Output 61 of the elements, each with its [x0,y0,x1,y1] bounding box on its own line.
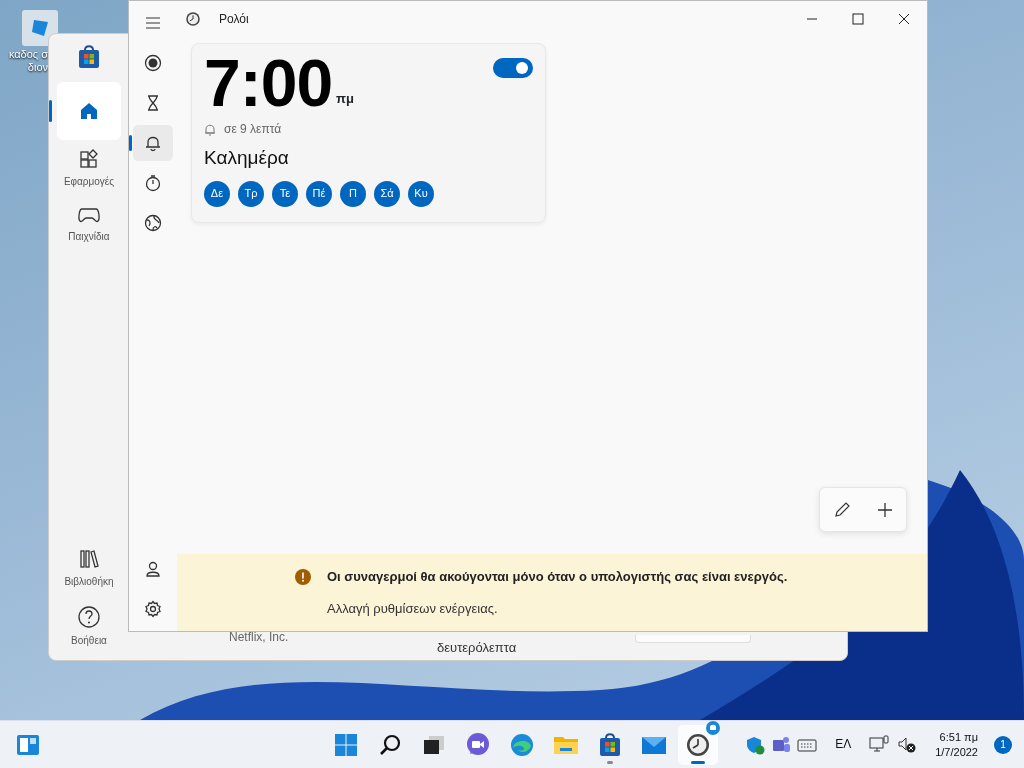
alarm-time: 7:00 [204,46,333,120]
clock-icon [185,11,201,27]
system-clock[interactable]: 6:51 πμ 1/7/2022 [931,729,982,760]
stopwatch-icon [144,174,162,192]
books-icon [78,548,100,570]
alarm-name: Καλημέρα [204,146,290,170]
widgets-icon [16,733,40,756]
network-icon[interactable] [869,734,892,755]
countdown-text: σε 9 λεπτά [224,121,282,138]
sidebar-item[interactable]: Βιβλιοθήκη [57,540,121,597]
duration-text: δευτερόλεπτα [437,639,517,657]
sidebar-item[interactable]: Βοήθεια [57,597,121,656]
settings-link[interactable]: Αλλαγή ρυθμίσεων ενέργειας. [327,598,498,618]
day-toggle[interactable]: Κυ [408,180,434,207]
recycle-bin-icon [22,8,58,48]
day-toggle[interactable]: Π [340,180,366,207]
gamepad-icon [77,205,101,225]
publisher-text: Netflix, Inc. [229,629,289,646]
sidebar-item[interactable]: Εφαρμογές [57,140,121,197]
focus-icon [144,54,162,72]
pencil-icon [833,500,851,519]
desktop-icon-label: διον [27,61,48,74]
day-toggle[interactable]: Τρ [238,180,264,207]
warning-message: Οι συναγερμοί θα ακούγονται μόνο όταν ο υπολογιστής σας είναι ενεργός. [327,568,788,586]
search-icon [378,732,402,757]
help-icon [77,605,101,629]
alarm-period: πμ [336,89,355,108]
warning-icon [295,568,311,585]
settings-icon [144,600,162,618]
video-chat-icon [465,731,491,758]
language-indicator[interactable]: ΕΛ [831,737,856,752]
taskbar-app[interactable] [678,724,718,765]
day-toggle[interactable]: Τε [272,180,298,207]
clock-date: 1/7/2022 [935,744,978,760]
windows-logo-icon [334,732,358,757]
alarm-card[interactable]: 7:00 πμ σε 9 λεπτά Καλημέρα Δε Τρ Τε Πέ Π Σά Κυ [191,43,546,223]
notification-bell-icon [706,720,720,735]
desktop-icon-label: καδος σ [8,48,48,61]
window-title: Ρολόι [219,11,249,28]
toggle-switch[interactable] [493,58,533,78]
teams-icon[interactable] [771,734,792,755]
shopping-bag-icon [77,44,101,70]
home-icon [78,100,100,122]
bell-icon [204,122,216,136]
day-toggle[interactable]: Πέ [306,180,332,207]
clock-time: 6:51 πμ [939,729,978,745]
browser-icon [509,731,535,758]
menu-icon [145,16,161,30]
clock-icon [685,731,711,758]
globe-icon [144,214,162,232]
shopping-bag-icon [598,731,622,758]
person-icon [144,560,162,578]
notification-badge[interactable]: 1 [994,735,1012,754]
sidebar-item[interactable]: Παιχνίδια [57,197,121,252]
bell-icon [144,134,162,152]
apps-icon [78,148,100,170]
plus-icon [877,501,893,518]
shield-icon[interactable] [745,734,766,755]
day-toggle[interactable]: Δε [204,180,230,207]
day-toggle[interactable]: Σά [374,180,400,207]
dropdown-field[interactable] [635,635,751,643]
